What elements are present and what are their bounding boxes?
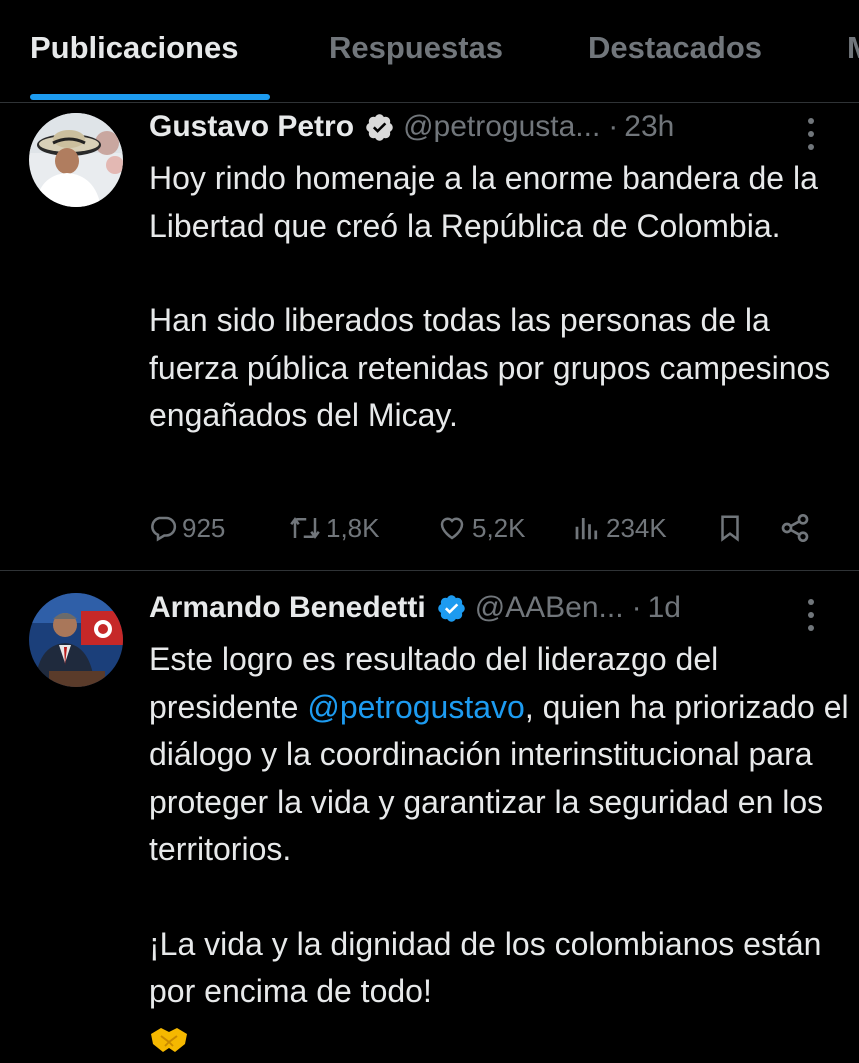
bookmark-button[interactable] [715,504,745,552]
avatar-photo-podium [29,593,123,687]
avatar-armando-benedetti[interactable] [29,593,123,687]
post-header: Armando Benedetti @AABen... · 1d [149,588,681,628]
author-name[interactable]: Armando Benedetti [149,591,426,625]
views-count: 234K [606,512,667,543]
post-gustavo-petro[interactable]: Gustavo Petro @petrogusta... · 23h Hoy r… [0,103,859,570]
author-handle[interactable]: @petrogusta... [403,110,600,144]
more-options-icon[interactable] [800,116,822,152]
post-time[interactable]: 1d [648,591,681,625]
repost-button[interactable]: 1,8K [288,504,380,552]
repost-icon [290,517,320,539]
views-icon [575,518,598,540]
tab-respuestas[interactable]: Respuestas [329,30,503,66]
reply-icon [151,516,177,542]
reply-count: 925 [182,512,226,543]
more-options-icon[interactable] [800,597,822,633]
separator-dot: · [631,591,642,624]
avatar-gustavo-petro[interactable] [29,113,123,207]
author-name[interactable]: Gustavo Petro [149,110,354,144]
colombia-flag-emoji [438,975,482,1005]
share-button[interactable] [779,504,811,552]
post-actions: 925 1,8K 5,2K 234K [0,504,859,552]
heart-icon [440,517,464,540]
tab-destacados[interactable]: Destacados [588,30,762,66]
post-text-segment: ¡La vida y la dignidad de los colombiano… [149,925,822,1010]
views-button[interactable]: 234K [572,504,667,552]
separator-dot: · [608,110,619,143]
post-text: Este logro es resultado del liderazgo de… [149,636,849,1063]
share-icon [781,514,809,542]
like-button[interactable]: 5,2K [436,504,526,552]
mention-link[interactable]: @petrogustavo [307,689,525,725]
post-paragraph: Este logro es resultado del liderazgo de… [149,636,849,874]
author-handle[interactable]: @AABen... [475,591,624,625]
post-header: Gustavo Petro @petrogusta... · 23h [149,107,674,147]
post-text: Hoy rindo homenaje a la enorme bandera d… [149,155,839,440]
tab-publicaciones[interactable]: Publicaciones [30,30,238,66]
bookmark-icon [721,515,739,542]
active-tab-indicator [30,94,270,100]
post-paragraph: Han sido liberados todas las personas de… [149,302,831,433]
reply-button[interactable]: 925 [148,504,225,552]
handshake-emoji [151,1027,187,1052]
post-paragraph: ¡La vida y la dignidad de los colombiano… [149,921,849,1016]
repost-count: 1,8K [326,512,380,543]
tab-more-cut[interactable]: M [847,30,859,66]
verified-badge-icon[interactable] [364,112,395,143]
avatar-photo-sombrero [29,113,123,207]
post-paragraph: Hoy rindo homenaje a la enorme bandera d… [149,160,818,244]
post-armando-benedetti[interactable]: Armando Benedetti @AABen... · 1d Este lo… [0,571,859,1052]
like-count: 5,2K [472,512,526,543]
post-time[interactable]: 23h [624,110,674,144]
profile-tabs: Publicaciones Respuestas Destacados M [0,0,859,103]
verified-badge-icon[interactable] [436,593,467,624]
